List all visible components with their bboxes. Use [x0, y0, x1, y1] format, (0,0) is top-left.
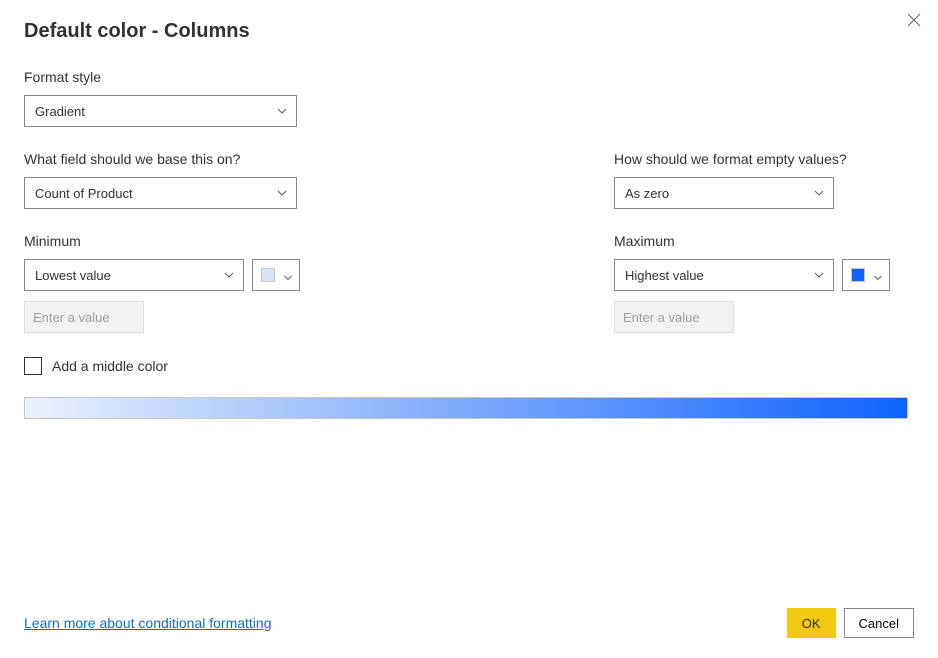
base-field-select[interactable]: Count of Product [24, 177, 297, 209]
cancel-button[interactable]: Cancel [844, 608, 914, 638]
format-style-select[interactable]: Gradient [24, 95, 297, 127]
minimum-select-value: Lowest value [35, 268, 111, 283]
chevron-down-icon [283, 270, 293, 280]
maximum-value-input[interactable] [614, 301, 734, 333]
base-field-label: What field should we base this on? [24, 151, 324, 167]
format-style-label: Format style [24, 69, 914, 85]
format-style-value: Gradient [35, 104, 85, 119]
learn-more-link[interactable]: Learn more about conditional formatting [24, 615, 271, 631]
base-field-value: Count of Product [35, 186, 133, 201]
minimum-color-swatch [261, 268, 275, 282]
minimum-value-input[interactable] [24, 301, 144, 333]
chevron-down-icon [276, 105, 288, 117]
maximum-select-value: Highest value [625, 268, 704, 283]
close-button[interactable] [904, 10, 924, 30]
chevron-down-icon [223, 269, 235, 281]
chevron-down-icon [813, 269, 825, 281]
empty-values-label: How should we format empty values? [614, 151, 914, 167]
minimum-label: Minimum [24, 233, 324, 249]
ok-button[interactable]: OK [787, 608, 836, 638]
chevron-down-icon [873, 270, 883, 280]
maximum-color-swatch [851, 268, 865, 282]
empty-values-value: As zero [625, 186, 669, 201]
chevron-down-icon [813, 187, 825, 199]
empty-values-select[interactable]: As zero [614, 177, 834, 209]
close-icon [907, 13, 921, 27]
gradient-preview [24, 397, 908, 419]
middle-color-label: Add a middle color [52, 358, 168, 374]
dialog-title: Default color - Columns [24, 20, 914, 43]
maximum-label: Maximum [614, 233, 914, 249]
maximum-select[interactable]: Highest value [614, 259, 834, 291]
minimum-select[interactable]: Lowest value [24, 259, 244, 291]
minimum-color-picker[interactable] [252, 259, 300, 291]
maximum-color-picker[interactable] [842, 259, 890, 291]
middle-color-checkbox[interactable] [24, 357, 42, 375]
chevron-down-icon [276, 187, 288, 199]
